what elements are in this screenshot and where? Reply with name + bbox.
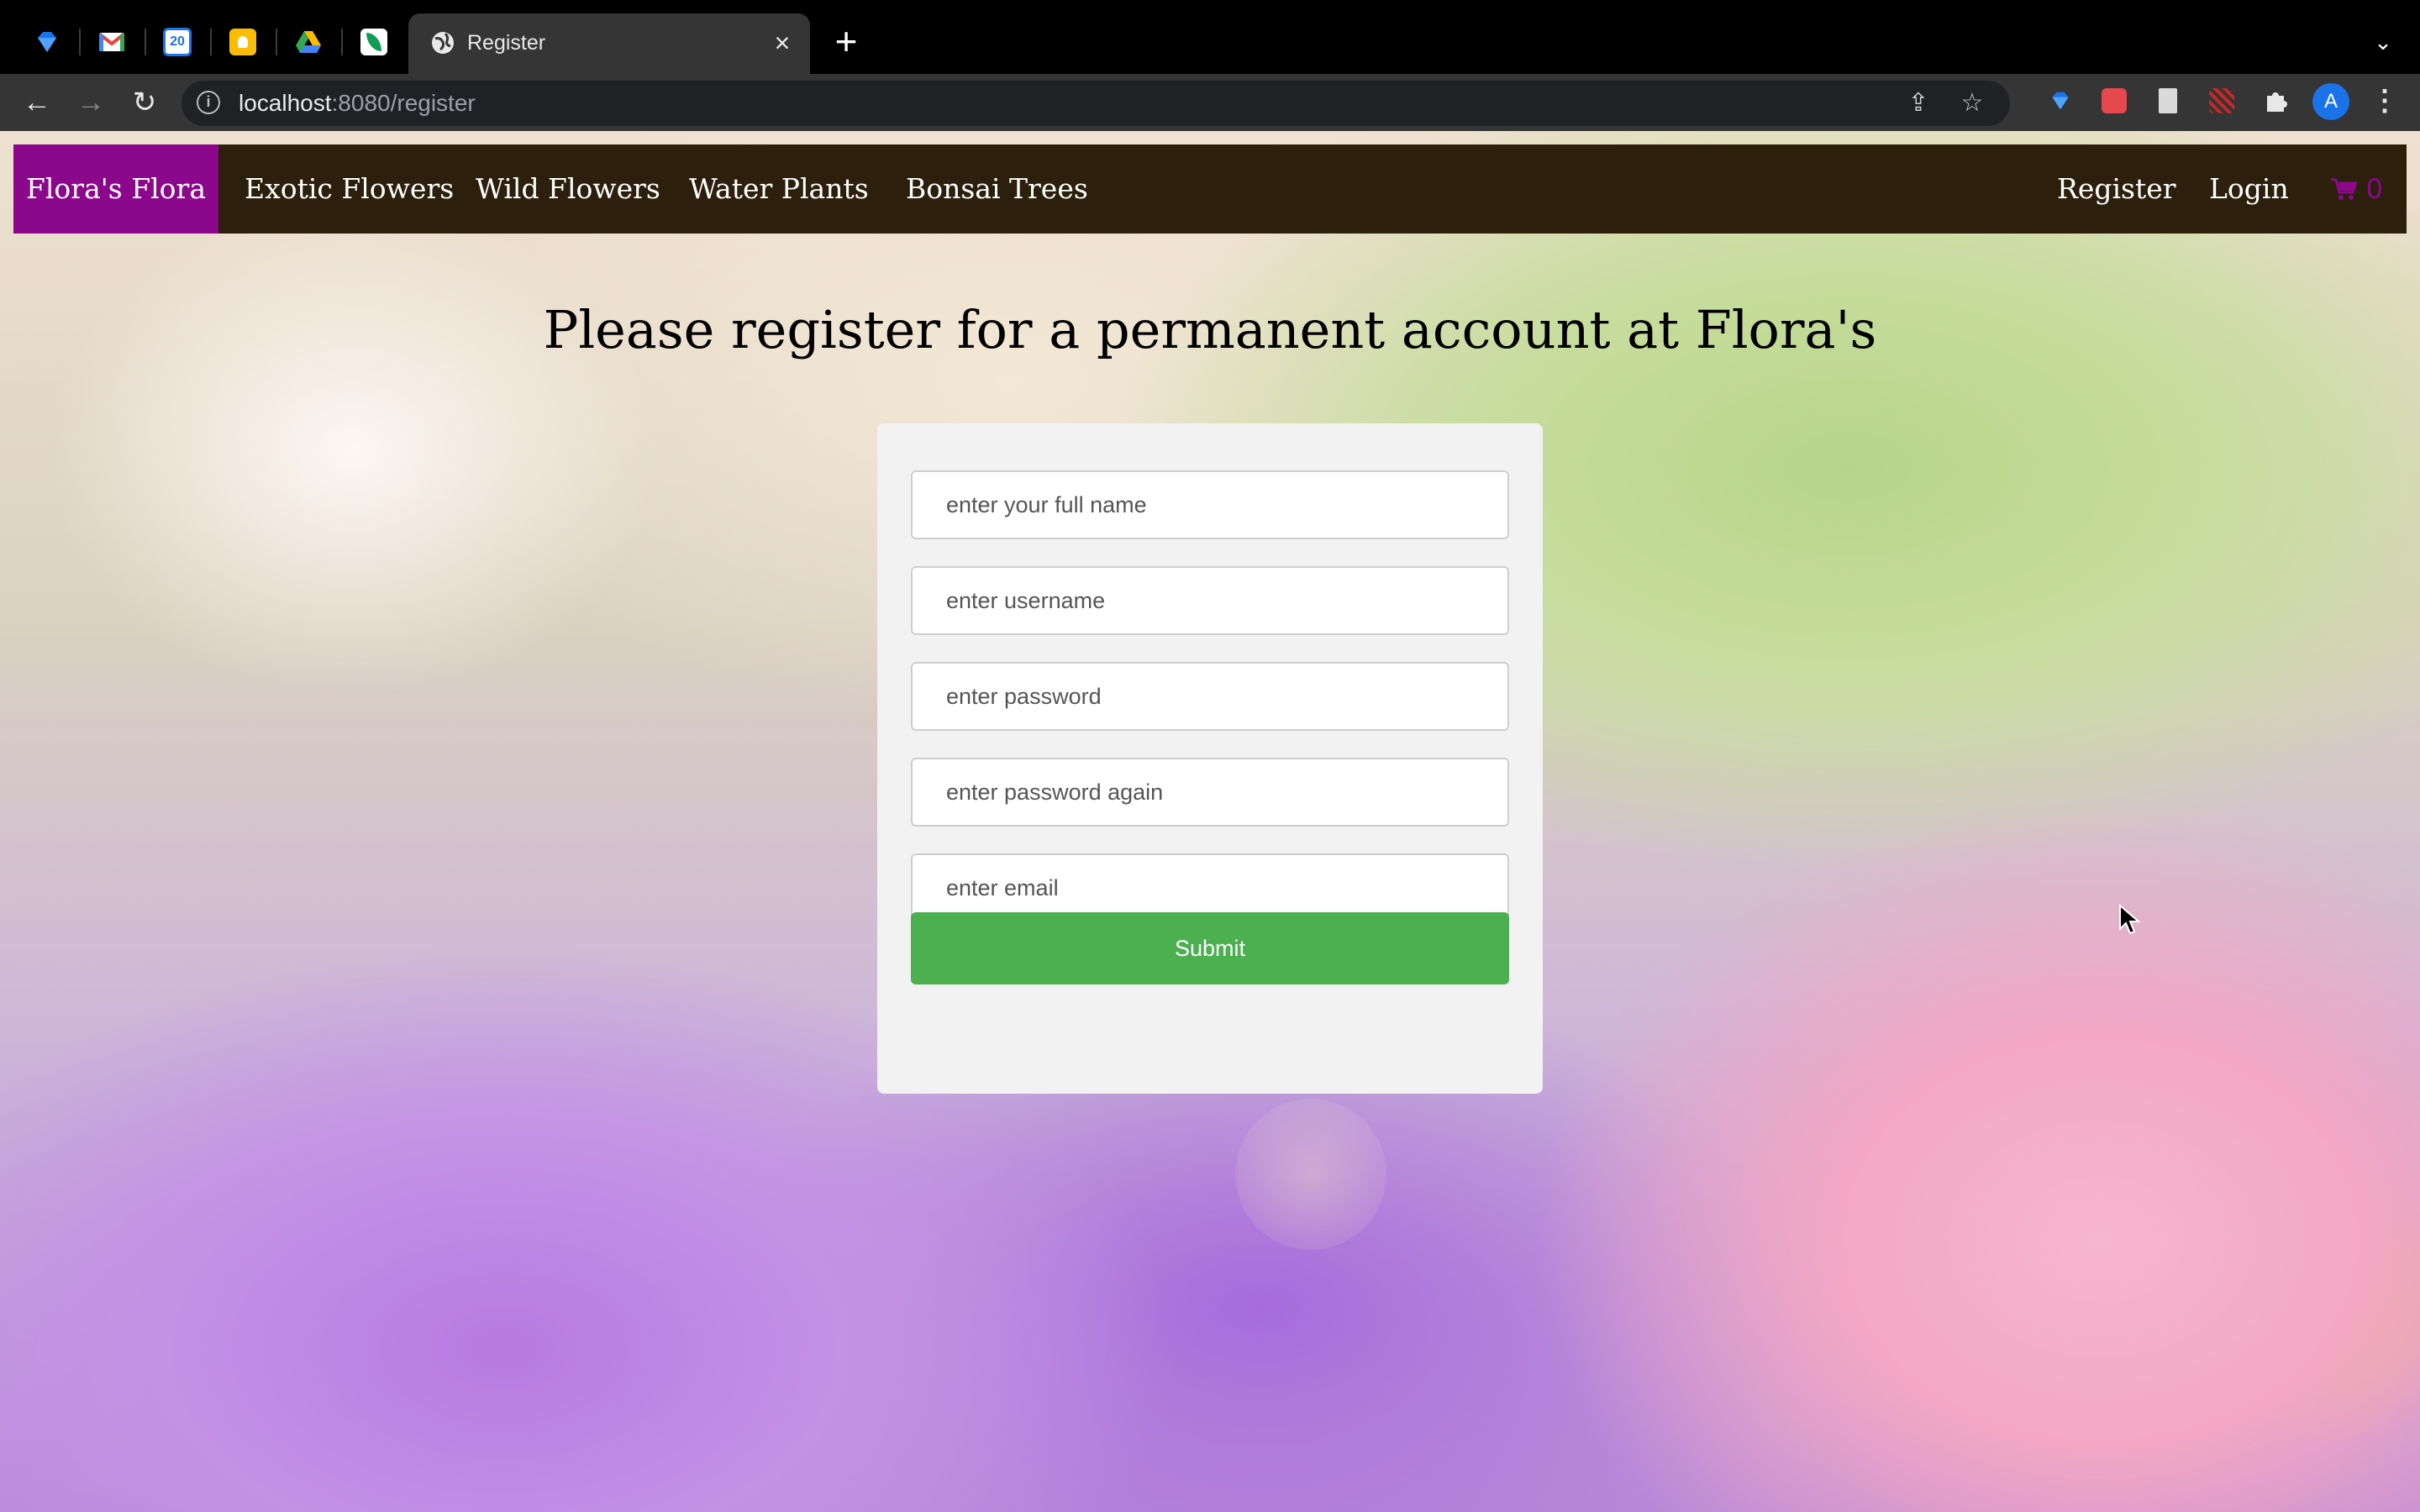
address-bar[interactable]: i localhost:8080/register ⇪ ☆ bbox=[182, 81, 2010, 126]
tab-diamond[interactable] bbox=[22, 17, 72, 67]
forward-button[interactable]: → bbox=[71, 82, 111, 123]
password-again-input[interactable] bbox=[911, 758, 1509, 827]
register-form: Submit bbox=[877, 423, 1543, 1094]
leaf-icon bbox=[360, 29, 387, 55]
site-navbar: Flora's Flora Exotic Flowers Wild Flower… bbox=[13, 144, 2407, 234]
document-icon bbox=[2159, 88, 2177, 113]
mouse-cursor-icon bbox=[2119, 904, 2141, 935]
extensions-button[interactable] bbox=[2259, 84, 2292, 118]
extension-red[interactable] bbox=[2097, 84, 2131, 118]
username-input[interactable] bbox=[911, 566, 1509, 635]
page-title: Please register for a permanent account … bbox=[543, 299, 1877, 360]
calendar-icon: 20 bbox=[163, 28, 192, 56]
nav-register[interactable]: Register bbox=[2057, 144, 2176, 234]
new-tab-button[interactable]: + bbox=[825, 22, 867, 64]
tab-title: Register bbox=[467, 31, 546, 55]
gmail-icon bbox=[98, 33, 125, 51]
grid-icon bbox=[2102, 88, 2127, 113]
stripes-icon bbox=[2209, 88, 2234, 113]
password-input[interactable] bbox=[911, 662, 1509, 731]
star-icon[interactable]: ☆ bbox=[1956, 87, 1988, 119]
tab-register[interactable]: Register × bbox=[408, 13, 810, 74]
submit-button[interactable]: Submit bbox=[911, 912, 1509, 984]
nav-wild-flowers[interactable]: Wild Flowers bbox=[476, 144, 660, 234]
share-icon[interactable]: ⇪ bbox=[1902, 87, 1934, 119]
nav-water-plants[interactable]: Water Plants bbox=[689, 144, 869, 234]
diamond-icon bbox=[2052, 92, 2069, 110]
address-url: localhost:8080/register bbox=[239, 90, 476, 116]
reload-button[interactable]: ↻ bbox=[124, 82, 165, 123]
cart-count: 0 bbox=[2365, 173, 2383, 205]
nav-exotic-flowers[interactable]: Exotic Flowers bbox=[245, 144, 454, 234]
extension-doc[interactable] bbox=[2151, 84, 2185, 118]
cart-icon bbox=[2331, 178, 2359, 200]
keep-icon bbox=[229, 29, 256, 55]
tab-gmail[interactable] bbox=[87, 17, 137, 67]
back-button[interactable]: ← bbox=[17, 82, 57, 123]
info-icon[interactable]: i bbox=[197, 91, 220, 114]
page-viewport: Flora's Flora Exotic Flowers Wild Flower… bbox=[0, 131, 2420, 1512]
tab-keep[interactable] bbox=[218, 17, 268, 67]
brand-link[interactable]: Flora's Flora bbox=[13, 144, 218, 234]
background-flare bbox=[1235, 1099, 1386, 1250]
profile-avatar[interactable]: A bbox=[2312, 83, 2349, 120]
nav-bonsai-trees[interactable]: Bonsai Trees bbox=[906, 144, 1088, 234]
puzzle-icon bbox=[2267, 92, 2287, 112]
tab-calendar[interactable]: 20 bbox=[152, 17, 203, 67]
tab-drive[interactable] bbox=[283, 17, 334, 67]
cart-link[interactable]: 0 bbox=[2330, 144, 2383, 234]
diamond-icon bbox=[38, 32, 56, 52]
menu-icon[interactable]: ⋮ bbox=[2368, 84, 2402, 118]
tab-strip: 20 Register × + ⌄ bbox=[0, 0, 2420, 74]
drive-icon bbox=[296, 31, 321, 53]
extension-diamond[interactable] bbox=[2044, 84, 2077, 118]
nav-login[interactable]: Login bbox=[2209, 144, 2289, 234]
globe-icon bbox=[432, 32, 454, 54]
close-tab-icon[interactable]: × bbox=[766, 27, 798, 59]
fullname-input[interactable] bbox=[911, 470, 1509, 539]
tab-search-icon[interactable]: ⌄ bbox=[2366, 25, 2400, 59]
tab-leaf[interactable] bbox=[349, 17, 399, 67]
extension-stripes[interactable] bbox=[2205, 84, 2238, 118]
